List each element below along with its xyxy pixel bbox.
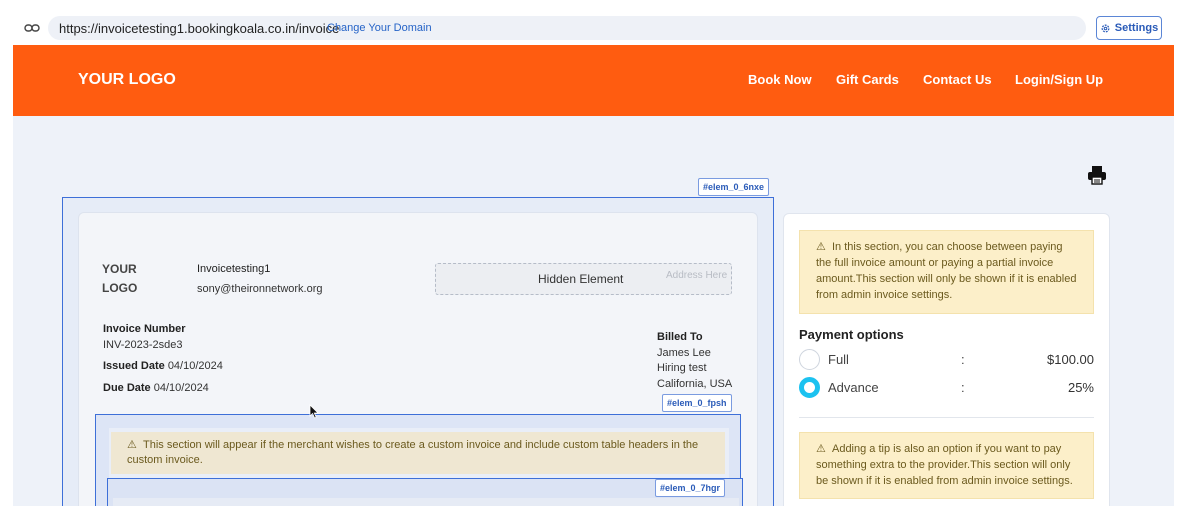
billed-name: James Lee bbox=[657, 346, 711, 359]
nav-login-signup[interactable]: Login/Sign Up bbox=[1015, 72, 1103, 87]
payment-options-title: Payment options bbox=[799, 327, 904, 342]
printer-icon[interactable] bbox=[1086, 164, 1108, 186]
site-logo[interactable]: YOUR LOGO bbox=[78, 71, 176, 89]
nav-contact-us[interactable]: Contact Us bbox=[923, 72, 992, 87]
due-date: 04/10/2024 bbox=[153, 382, 209, 394]
settings-button[interactable]: Settings bbox=[1096, 16, 1162, 40]
option-colon: : bbox=[961, 352, 965, 367]
divider bbox=[799, 417, 1094, 418]
custom-table-notice: ⚠ This section will appear if the mercha… bbox=[111, 432, 725, 474]
element-tag-inner: #elem_0_7hgr bbox=[655, 479, 726, 497]
address-placeholder: Address Here bbox=[666, 270, 728, 281]
change-domain-link[interactable]: Change Your Domain bbox=[327, 22, 432, 34]
option-value: 25% bbox=[1067, 380, 1094, 395]
hidden-element[interactable]: Hidden Element Address Here bbox=[435, 263, 732, 295]
option-colon: : bbox=[961, 380, 965, 395]
inner-table-card bbox=[113, 498, 739, 506]
billed-to: Billed To James Lee Hiring test Californ… bbox=[657, 330, 732, 392]
payment-notice: ⚠ In this section, you can choose betwee… bbox=[799, 230, 1094, 314]
billed-location: California, USA bbox=[657, 377, 733, 390]
option-label: Advance bbox=[828, 380, 879, 395]
issued-date: 04/10/2024 bbox=[167, 360, 223, 372]
warning-icon: ⚠ bbox=[127, 439, 143, 451]
url-field[interactable]: https://invoicetesting1.bookingkoala.co.… bbox=[48, 16, 1086, 40]
url-text: https://invoicetesting1.bookingkoala.co.… bbox=[59, 21, 340, 36]
site-header: YOUR LOGO Book Now Gift Cards Contact Us… bbox=[13, 45, 1174, 116]
warning-icon: ⚠ bbox=[816, 241, 832, 253]
full-radio[interactable] bbox=[799, 349, 820, 370]
main-content: #elem_0_6nxe YOUR LOGO Invoicetesting1 s… bbox=[13, 116, 1174, 506]
warning-icon: ⚠ bbox=[816, 443, 832, 455]
element-tag-outer: #elem_0_6nxe bbox=[698, 178, 770, 196]
payment-sidebar: ⚠ In this section, you can choose betwee… bbox=[783, 213, 1110, 506]
url-bar: https://invoicetesting1.bookingkoala.co.… bbox=[13, 12, 1174, 45]
issued-date-label: Issued Date bbox=[103, 360, 165, 372]
issued-date-row: Issued Date 04/10/2024 bbox=[103, 360, 223, 372]
option-value: $100.00 bbox=[1047, 352, 1094, 367]
hidden-element-label: Hidden Element bbox=[538, 272, 624, 286]
gear-icon bbox=[1101, 24, 1110, 32]
billed-to-label: Billed To bbox=[657, 331, 703, 343]
due-date-row: Due Date 04/10/2024 bbox=[103, 382, 209, 394]
element-tag-table: #elem_0_fpsh bbox=[662, 394, 732, 412]
due-date-label: Due Date bbox=[103, 382, 151, 394]
nav-gift-cards[interactable]: Gift Cards bbox=[836, 72, 899, 87]
advance-radio[interactable] bbox=[799, 377, 820, 398]
tip-notice: ⚠ Adding a tip is also an option if you … bbox=[799, 432, 1094, 499]
billed-company: Hiring test bbox=[657, 362, 707, 374]
invoice-logo: YOUR LOGO bbox=[102, 262, 138, 295]
company-name: Invoicetesting1 bbox=[197, 263, 271, 275]
invoice-number: INV-2023-2sde3 bbox=[103, 339, 183, 351]
nav-book-now[interactable]: Book Now bbox=[748, 72, 812, 87]
mouse-cursor-icon bbox=[309, 404, 319, 419]
payment-option-full[interactable]: Full : $100.00 bbox=[799, 349, 1094, 371]
payment-option-advance[interactable]: Advance : 25% bbox=[799, 377, 1094, 399]
option-label: Full bbox=[828, 352, 849, 367]
company-email: sony@theironnetwork.org bbox=[197, 283, 323, 295]
invoice-number-label: Invoice Number bbox=[103, 323, 186, 335]
link-icon bbox=[24, 24, 40, 32]
settings-label: Settings bbox=[1114, 22, 1159, 34]
